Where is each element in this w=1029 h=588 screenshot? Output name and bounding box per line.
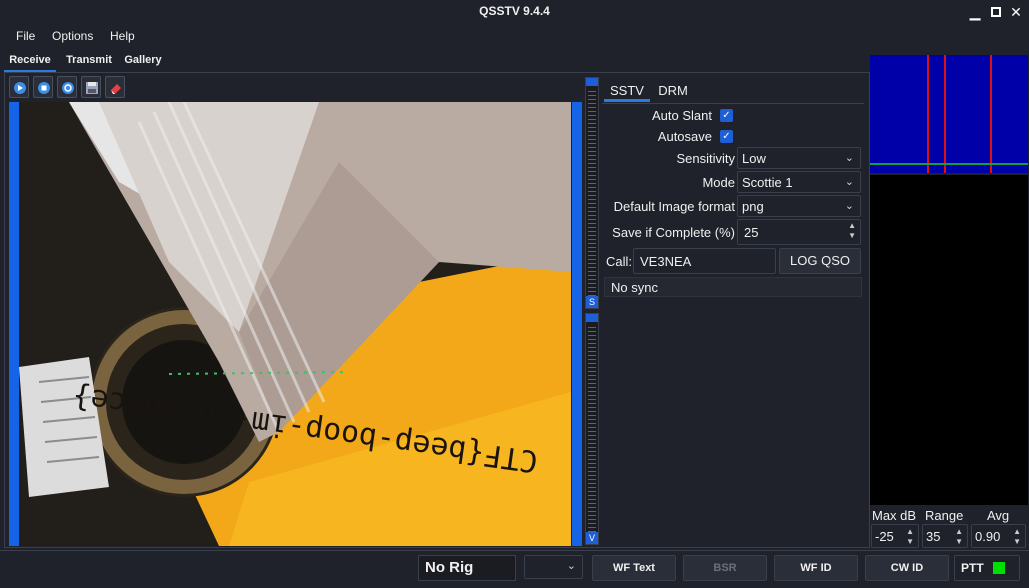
max-db-label: Max dB [872, 508, 917, 523]
rig-status: No Rig [418, 555, 516, 581]
sync-status-text: No sync [611, 280, 658, 295]
cw-id-button[interactable]: CW ID [865, 555, 949, 581]
menu-help[interactable]: Help [110, 29, 135, 43]
ptt-led [993, 562, 1005, 574]
rig-status-text: No Rig [425, 559, 474, 576]
sensitivity-label: Sensitivity [676, 151, 735, 166]
default-format-select[interactable]: png ⌄ [737, 195, 861, 217]
tab-receive[interactable]: Receive [4, 51, 56, 73]
default-format-label: Default Image format [613, 199, 735, 214]
save-button[interactable] [81, 76, 101, 98]
log-qso-button[interactable]: LOG QSO [779, 248, 861, 274]
call-value: VE3NEA [640, 254, 692, 269]
image-left-border [9, 102, 19, 546]
call-input[interactable]: VE3NEA [633, 248, 776, 274]
tab-transmit[interactable]: Transmit [62, 51, 116, 73]
save-icon [86, 82, 98, 94]
auto-slant-checkbox[interactable]: ✓ [720, 109, 733, 122]
received-image: CTF{beep-boop-im-in-space} [19, 102, 571, 546]
menu-options[interactable]: Options [52, 29, 93, 43]
chevron-down-icon: ⌄ [844, 152, 854, 164]
squelch-slider-label: S [586, 296, 598, 308]
maximize-icon[interactable] [987, 3, 1005, 21]
marker-line [927, 55, 929, 173]
chevron-down-icon: ⌄ [844, 200, 854, 212]
minimize-icon[interactable]: ▁ [966, 3, 984, 21]
ptt-label: PTT [961, 561, 984, 575]
range-value: 35 [926, 529, 941, 544]
sensitivity-value: Low [742, 151, 766, 166]
window-title: QSSTV 9.4.4 [479, 4, 550, 18]
chevron-down-icon: ⌄ [566, 560, 576, 572]
tab-gallery[interactable]: Gallery [121, 51, 165, 73]
title-bar: QSSTV 9.4.4 ▁ ✕ [0, 0, 1029, 24]
squelch-slider[interactable]: S [585, 77, 599, 309]
default-format-value: png [742, 199, 764, 214]
spin-arrows-icon[interactable]: ▲ ▼ [848, 221, 856, 241]
mode-select[interactable]: Scottie 1 ⌄ [737, 171, 861, 193]
play-icon [14, 82, 26, 94]
menu-file[interactable]: File [16, 29, 35, 43]
wf-id-button[interactable]: WF ID [774, 555, 858, 581]
spectrum-trace [870, 163, 1028, 165]
spectrum-display [870, 55, 1028, 173]
spin-arrows-icon[interactable]: ▲ ▼ [906, 527, 914, 547]
stop-icon [38, 82, 50, 94]
sensitivity-select[interactable]: Low ⌄ [737, 147, 861, 169]
stop-button[interactable] [33, 76, 53, 98]
autosave-checkbox[interactable]: ✓ [720, 130, 733, 143]
status-select[interactable]: ⌄ [524, 555, 583, 579]
mode-value: Scottie 1 [742, 175, 793, 190]
save-if-complete-label: Save if Complete (%) [612, 225, 735, 240]
close-icon[interactable]: ✕ [1007, 3, 1025, 21]
bsr-button[interactable]: BSR [683, 555, 767, 581]
avg-spinbox[interactable]: 0.90 ▲ ▼ [971, 524, 1026, 548]
volume-slider[interactable]: V [585, 313, 599, 545]
range-spinbox[interactable]: 35 ▲ ▼ [922, 524, 968, 548]
received-image-area: CTF{beep-boop-im-in-space} [9, 102, 583, 546]
volume-slider-label: V [586, 532, 598, 544]
image-right-border [572, 102, 582, 546]
refresh-icon [62, 82, 74, 94]
erase-button[interactable] [105, 76, 125, 98]
spin-arrows-icon[interactable]: ▲ ▼ [955, 527, 963, 547]
save-if-complete-spinbox[interactable]: 25 ▲ ▼ [737, 219, 861, 245]
auto-slant-label: Auto Slant [652, 108, 712, 123]
refresh-button[interactable] [57, 76, 77, 98]
marker-line [990, 55, 992, 173]
max-db-value: -25 [875, 529, 894, 544]
save-if-complete-value: 25 [744, 225, 759, 240]
eraser-icon [111, 84, 121, 94]
max-db-spinbox[interactable]: -25 ▲ ▼ [871, 524, 919, 548]
chevron-down-icon: ⌄ [844, 176, 854, 188]
autosave-label: Autosave [657, 129, 712, 144]
wf-text-button[interactable]: WF Text [592, 555, 676, 581]
sync-status: No sync [604, 277, 862, 297]
tab-drm[interactable]: DRM [656, 80, 690, 102]
ptt-indicator: PTT [954, 555, 1020, 581]
avg-label: Avg [987, 508, 1010, 523]
call-label: Call: [606, 254, 633, 269]
tab-sstv[interactable]: SSTV [604, 80, 650, 102]
range-label: Range [925, 508, 964, 523]
waterfall-display [870, 175, 1028, 505]
sstv-settings-panel [602, 103, 864, 547]
marker-line [944, 55, 946, 173]
play-button[interactable] [9, 76, 29, 98]
mode-label: Mode [702, 175, 735, 190]
avg-value: 0.90 [975, 529, 1001, 544]
spin-arrows-icon[interactable]: ▲ ▼ [1013, 527, 1021, 547]
